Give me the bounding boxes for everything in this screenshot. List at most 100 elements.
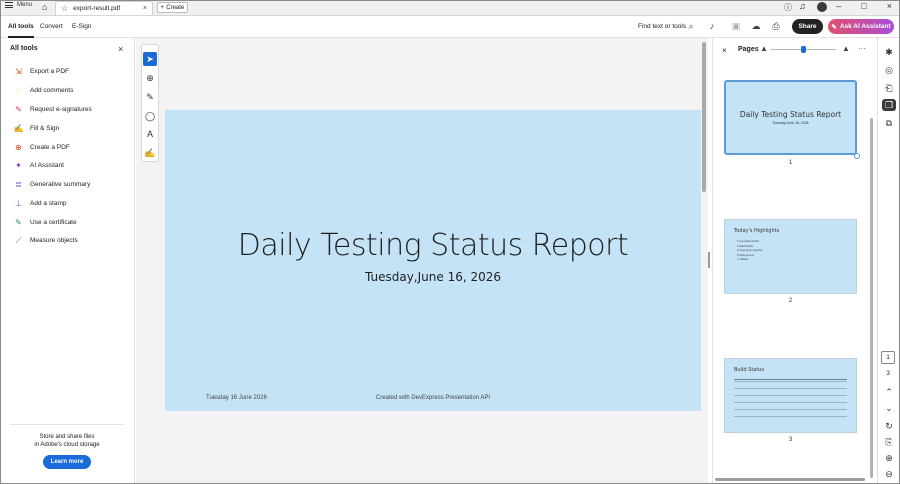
thumb-title: Build Status [734, 367, 765, 373]
page-thumbnail-3[interactable]: Build Status [724, 358, 857, 433]
page-thumbnail-2[interactable]: Today's Highlights 5 successful builds 2… [724, 219, 857, 294]
tool-add-stamp[interactable]: ⊥ Add a stamp [14, 199, 67, 208]
thumb-bullet: 5 successful builds [737, 240, 759, 243]
tool-request-esignatures[interactable]: ✎ Request e-signatures [14, 105, 92, 114]
divider [10, 424, 124, 425]
tool-label: Fill & Sign [30, 125, 60, 132]
thumb-resize-handle[interactable] [854, 153, 860, 159]
tab-esign[interactable]: E-Sign [72, 23, 92, 30]
maximize-icon[interactable]: □ [861, 1, 866, 11]
close-tab-icon[interactable]: × [143, 5, 147, 12]
avatar[interactable] [817, 2, 827, 12]
horizontal-scrollbar[interactable] [715, 478, 865, 481]
tool-fill-sign[interactable]: ✍ Fill & Sign [13, 124, 60, 133]
menu-label: Menu [17, 2, 33, 8]
tool-label: Request e-signatures [30, 106, 92, 113]
slide-page: Daily Testing Status Report Tuesday,June… [165, 110, 701, 411]
menu-button[interactable]: Menu [5, 2, 32, 8]
cloud-storage-text: Store and share files in Adobe's cloud s… [10, 433, 124, 449]
current-page-input[interactable]: 1 [881, 351, 895, 364]
thumb-table-rule [734, 381, 847, 382]
select-cursor-icon[interactable]: ➤ [143, 52, 157, 66]
learn-more-button[interactable]: Learn more [43, 455, 91, 469]
tab-all-tools[interactable]: All tools [8, 23, 34, 38]
search-icon[interactable]: ⌕ [686, 21, 696, 31]
pages-panel-icon[interactable]: ❐ [882, 99, 896, 111]
panel-resize-handle[interactable] [708, 252, 710, 268]
slide-footer-credit: Created with DevExpress Presentation API [376, 395, 491, 401]
home-icon[interactable]: ⌂ [42, 2, 47, 12]
attachments-icon[interactable]: ⧉ [882, 117, 896, 129]
tool-label: Add comments [30, 87, 74, 94]
tool-export-pdf[interactable]: ⇲ Export a PDF [14, 67, 69, 76]
tool-ai-assistant[interactable]: ✦ AI Assistant [14, 161, 64, 170]
thumb-table-rule [734, 388, 847, 389]
create-button[interactable]: + Create [157, 2, 188, 13]
page-number-1: 1 [788, 160, 793, 166]
zoom-out-icon[interactable]: ⊖ [882, 468, 896, 480]
store-line-2: in Adobe's cloud storage [34, 442, 100, 448]
close-panel-icon[interactable]: × [118, 44, 123, 54]
chevron-down-icon[interactable]: ⌄ [882, 402, 896, 414]
help-icon[interactable]: ⓘ [784, 2, 792, 13]
save-icon[interactable]: ▣ [731, 21, 741, 31]
notification-bell-icon[interactable]: ♫ [799, 1, 806, 11]
panel-title: All tools [10, 45, 38, 52]
tool-generative-summary[interactable]: ≣ Generative summary [14, 180, 90, 189]
chevron-up-icon[interactable]: ⌃ [882, 386, 896, 398]
tab-convert[interactable]: Convert [40, 23, 63, 30]
tool-create-pdf[interactable]: ⊕ Create a PDF [14, 143, 70, 152]
pages-scrollbar[interactable] [870, 118, 873, 478]
tool-use-certificate[interactable]: ✎ Use a certificate [14, 218, 76, 227]
vertical-scrollbar[interactable] [702, 42, 706, 192]
stamp-icon: ⊥ [15, 199, 22, 208]
comment-panel-icon[interactable]: ◎ [882, 64, 896, 76]
headphones-icon[interactable]: ♪ [707, 21, 717, 31]
comment-icon: ◌ [16, 86, 21, 95]
measure-icon: ⟋ [15, 235, 22, 245]
tool-add-comments[interactable]: ◌ Add comments [14, 86, 73, 95]
zoom-in-thumbs-icon[interactable]: ▲ [842, 44, 850, 53]
thumb-bullet: 1 rollback [737, 258, 749, 262]
slider-knob[interactable] [801, 46, 806, 53]
text-box-icon[interactable]: A [143, 127, 157, 141]
esign-icon: ✎ [15, 105, 22, 114]
tool-measure-objects[interactable]: ⟋ Measure objects [14, 236, 78, 245]
hamburger-icon [5, 2, 13, 8]
tool-label: Add a stamp [30, 200, 67, 207]
draw-lasso-icon[interactable]: ◯ [143, 109, 157, 123]
page-thumbnail-1[interactable]: Daily Testing Status Report Tuesday,June… [724, 80, 857, 155]
zoom-out-thumbs-icon[interactable]: ▲ [760, 44, 768, 53]
share-button[interactable]: Share [792, 19, 823, 34]
more-options-icon[interactable]: ··· [858, 44, 866, 53]
add-comment-tool-icon[interactable]: ⊕ [143, 71, 157, 85]
zoom-in-icon[interactable]: ⊕ [882, 452, 896, 464]
tool-label: AI Assistant [30, 162, 64, 169]
ask-ai-assistant-button[interactable]: ✎ Ask AI Assistant [828, 19, 894, 34]
signature-tool-icon[interactable]: ✍ [143, 146, 157, 160]
find-text-label[interactable]: Find text or tools [638, 23, 686, 30]
slide-title: Daily Testing Status Report [237, 228, 629, 263]
slide-footer-date: Tuesday 16 June 2026 [206, 395, 267, 401]
document-tab[interactable]: ☆ export-result.pdf × [55, 1, 153, 15]
close-pages-icon[interactable]: × [722, 46, 727, 55]
thumb-bullets: 5 successful builds 2 failed builds 12 n… [737, 240, 762, 263]
close-window-icon[interactable]: × [887, 1, 892, 11]
rotate-icon[interactable]: ↻ [882, 420, 896, 432]
page-fit-icon[interactable]: ⎘ [882, 436, 896, 448]
upload-cloud-icon[interactable]: ☁ [751, 21, 761, 31]
bookmark-icon[interactable]: ⎗ [882, 82, 896, 94]
highlight-pen-icon[interactable]: ✎ [143, 90, 157, 104]
document-tab-label: export-result.pdf [73, 5, 121, 12]
tool-label: Export a PDF [30, 68, 70, 75]
minimize-icon[interactable]: – [836, 1, 841, 11]
main-toolbar [1, 16, 899, 38]
ai-chat-icon[interactable]: ✱ [882, 46, 896, 58]
fill-sign-icon: ✍ [13, 124, 24, 133]
print-icon[interactable]: ⎙ [771, 21, 781, 31]
thumb-table-rule [734, 402, 847, 403]
create-pdf-icon: ⊕ [15, 143, 22, 152]
certificate-icon: ✎ [15, 218, 22, 227]
star-icon[interactable]: ☆ [61, 4, 68, 13]
pages-title: Pages [738, 46, 759, 53]
